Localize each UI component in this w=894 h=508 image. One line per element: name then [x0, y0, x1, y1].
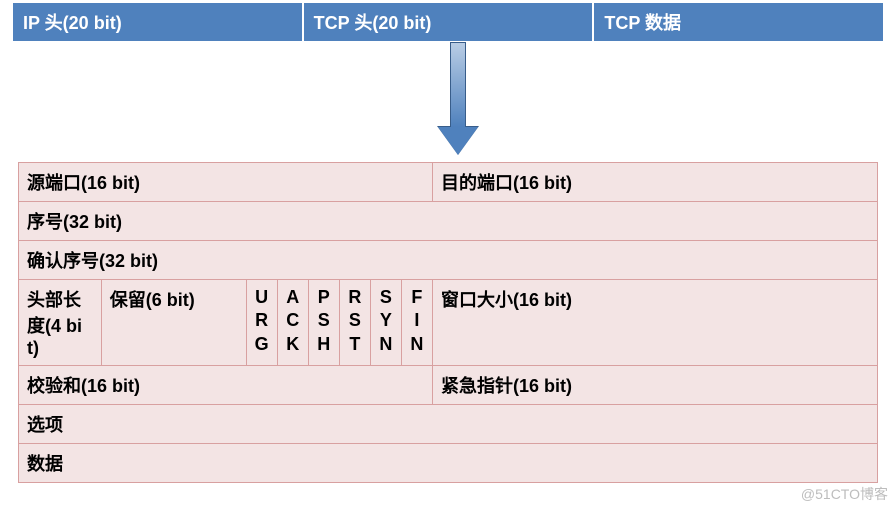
field-window-size: 窗口大小(16 bit)	[432, 280, 877, 366]
flag-urg: URG	[246, 280, 277, 366]
flag-psh: PSH	[308, 280, 339, 366]
flag-rst: RST	[339, 280, 370, 366]
tcp-header-cell: TCP 头(20 bit)	[303, 2, 594, 42]
field-sequence: 序号(32 bit)	[19, 202, 878, 241]
ip-header-cell: IP 头(20 bit)	[12, 2, 303, 42]
field-urgent-pointer: 紧急指针(16 bit)	[432, 366, 877, 405]
tcp-header-table: 源端口(16 bit) 目的端口(16 bit) 序号(32 bit) 确认序号…	[18, 162, 878, 483]
field-ack-sequence: 确认序号(32 bit)	[19, 241, 878, 280]
arrow-down-icon	[438, 127, 478, 155]
packet-structure-row: IP 头(20 bit) TCP 头(20 bit) TCP 数据	[12, 2, 884, 42]
flag-fin: FIN	[401, 280, 432, 366]
field-source-port: 源端口(16 bit)	[19, 163, 433, 202]
watermark: @51CTO博客	[801, 484, 888, 504]
arrow-shaft	[450, 42, 466, 128]
field-header-length: 头部长度(4 bit)	[19, 280, 102, 366]
field-reserved: 保留(6 bit)	[101, 280, 246, 366]
tcp-data-cell: TCP 数据	[593, 2, 884, 42]
field-options: 选项	[19, 405, 878, 444]
field-data: 数据	[19, 444, 878, 483]
expansion-arrow	[12, 42, 884, 162]
flag-syn: SYN	[370, 280, 401, 366]
flag-ack: ACK	[277, 280, 308, 366]
field-dest-port: 目的端口(16 bit)	[432, 163, 877, 202]
field-checksum: 校验和(16 bit)	[19, 366, 433, 405]
